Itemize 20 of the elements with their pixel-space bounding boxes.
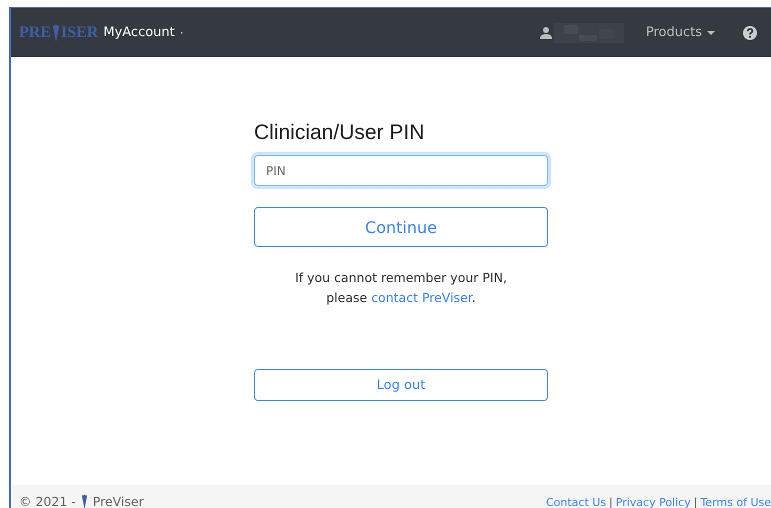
pin-input-field[interactable]: PIN: [254, 155, 548, 186]
logout-button[interactable]: Log out: [254, 369, 548, 401]
previser-logo[interactable]: PRE ISER: [19, 24, 98, 42]
separator-dot: ·: [180, 26, 184, 40]
previser-mark-icon: [80, 494, 88, 508]
help-icon[interactable]: [743, 26, 757, 40]
products-menu[interactable]: Products: [646, 25, 715, 40]
redacted-name-drawing: [554, 22, 624, 42]
footer-brand: PreViser: [92, 494, 144, 508]
copyright-text: © 2021 -: [19, 494, 76, 508]
footer-link[interactable]: Contact Us: [546, 496, 606, 508]
footer-link[interactable]: Privacy Policy: [616, 496, 691, 508]
user-icon[interactable]: [540, 26, 552, 38]
help-sentence: please contact PreViser.: [325, 289, 477, 307]
contact-link[interactable]: contact PreViser: [371, 290, 472, 305]
app-name[interactable]: MyAccount: [103, 25, 175, 40]
footer-link[interactable]: Terms of Use: [700, 496, 771, 508]
continue-button[interactable]: Continue: [254, 207, 548, 247]
form-title: Clinician/User PIN: [254, 121, 426, 145]
help-text: If you cannot remember your PIN,: [294, 269, 508, 287]
